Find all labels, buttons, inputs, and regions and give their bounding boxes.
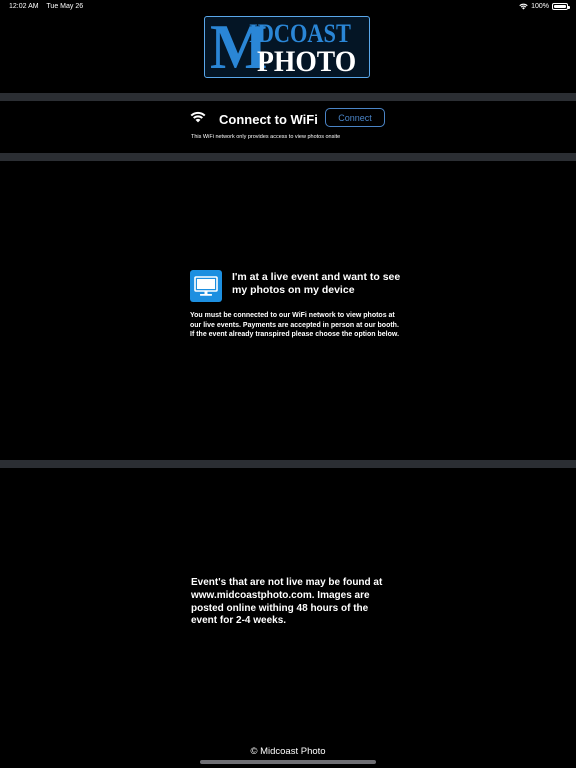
wifi-title: Connect to WiFi [219, 112, 318, 127]
logo-line1-rest: IDCOAST [249, 19, 351, 48]
divider-top [0, 93, 576, 101]
monitor-icon[interactable] [190, 270, 222, 302]
logo-line2: PHOTO [257, 45, 357, 78]
status-wifi-icon [519, 3, 528, 10]
status-date: Tue May 26 [46, 3, 84, 10]
not-live-info: Event's that are not live may be found a… [191, 577, 383, 627]
battery-icon [552, 3, 570, 10]
connect-button[interactable]: Connect [325, 108, 385, 127]
status-time: 12:02 AM [9, 3, 39, 10]
battery-fill [554, 5, 566, 8]
status-bar: 12:02 AM Tue May 26 100% [0, 0, 576, 14]
divider-middle-bottom [0, 460, 576, 468]
live-event-title[interactable]: I'm at a live event and want to see my p… [232, 271, 412, 297]
live-event-description: You must be connected to our WiFi networ… [190, 312, 400, 338]
battery-percent: 100% [531, 3, 549, 10]
wifi-section: Connect to WiFi Connect This WiFi networ… [0, 103, 576, 151]
wifi-icon [190, 111, 206, 123]
status-right: 100% [519, 3, 570, 10]
home-indicator[interactable] [200, 760, 376, 764]
divider-middle-top [0, 153, 576, 161]
status-left: 12:02 AM Tue May 26 [9, 3, 89, 10]
midcoast-photo-logo: M IDCOAST PHOTO [204, 16, 370, 78]
footer-copyright: © Midcoast Photo [250, 746, 326, 757]
wifi-note: This WiFi network only provides access t… [191, 134, 341, 140]
